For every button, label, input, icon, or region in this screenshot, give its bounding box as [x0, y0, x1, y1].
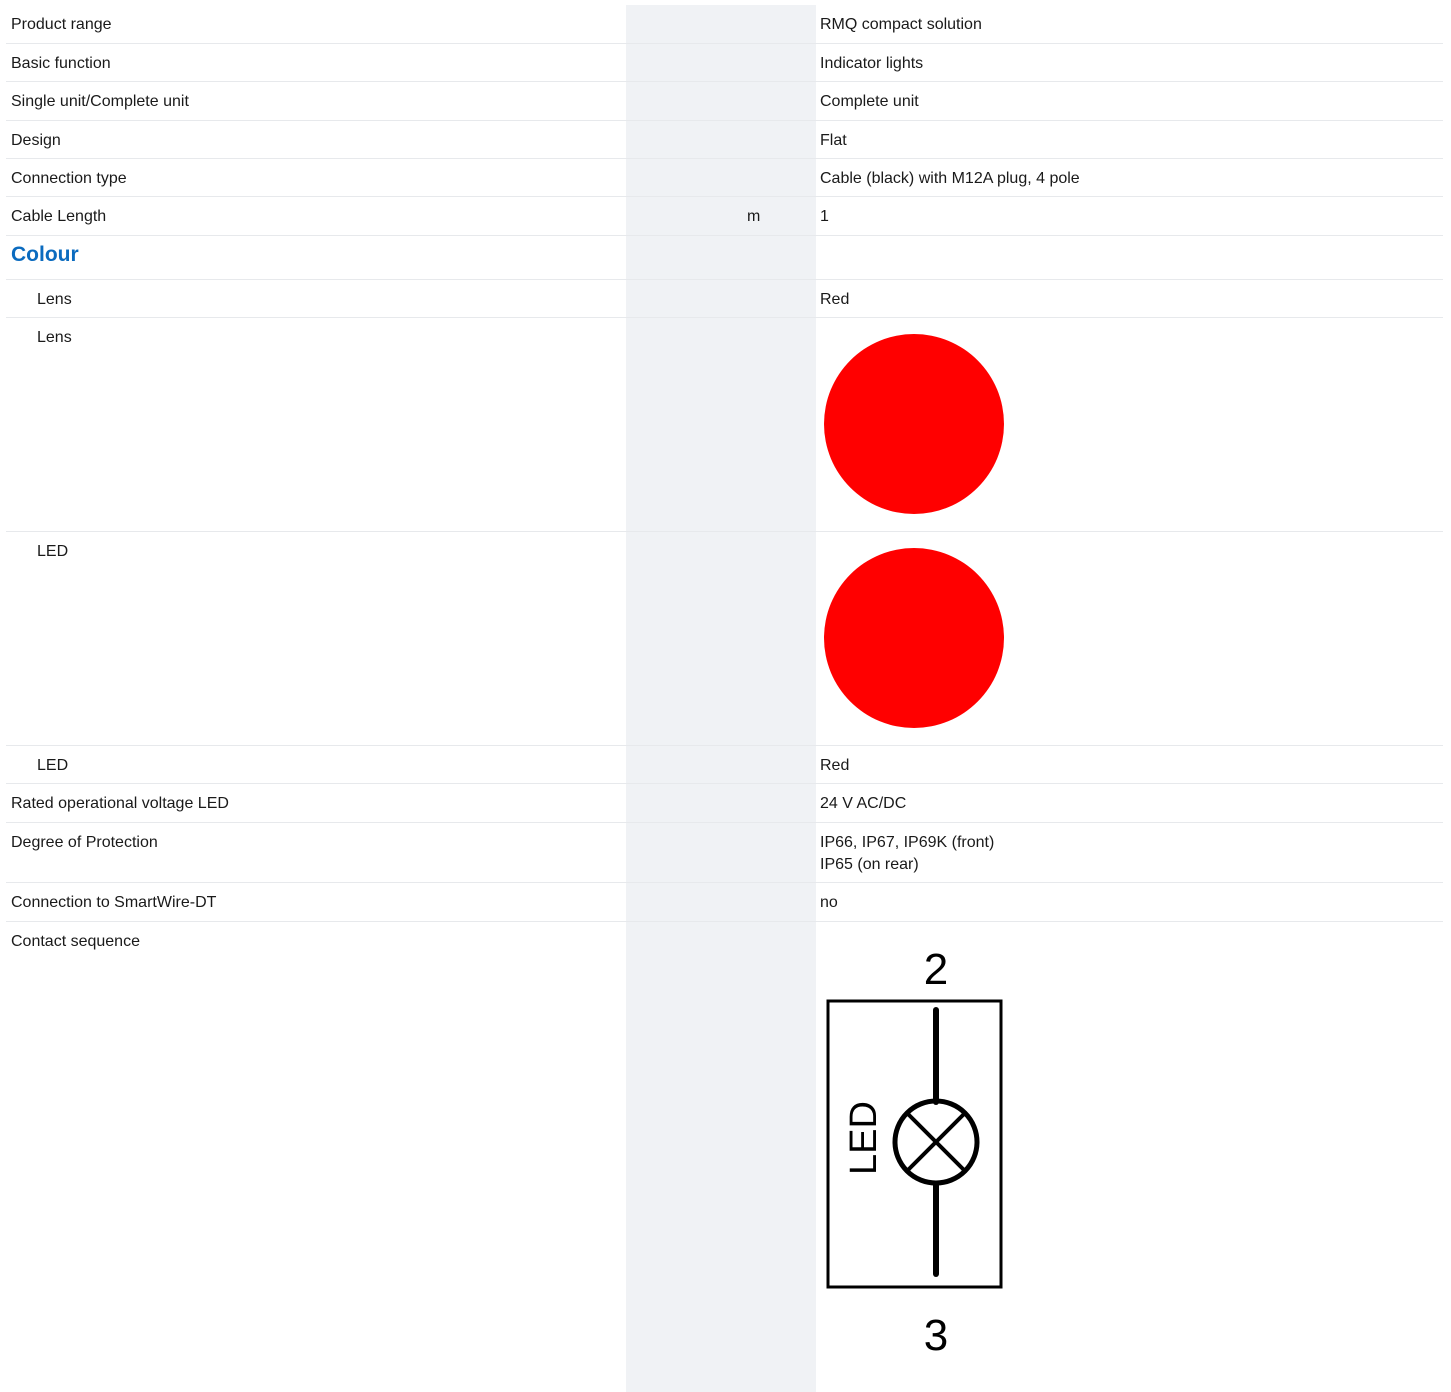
row-unit: m [747, 208, 761, 225]
led-colour-swatch [824, 548, 1004, 728]
row-value: Complete unit [820, 93, 919, 110]
row-value: 24 V AC/DC [820, 795, 907, 812]
section-heading-row: Colour [6, 235, 1443, 279]
row-label: Rated operational voltage LED [11, 795, 229, 812]
contact-sequence-diagram: 2 LED3 [826, 945, 1003, 1352]
spec-row: Lens Red [6, 279, 1443, 317]
row-label: Basic function [11, 55, 111, 72]
row-value: 1 [820, 208, 829, 225]
row-label: Single unit/Complete unit [11, 93, 189, 110]
device-label: LED [843, 1101, 885, 1175]
row-label: Cable Length [11, 208, 107, 225]
section-heading: Colour [11, 243, 79, 266]
row-value: Cable (black) with M12A plug, 4 pole [820, 170, 1080, 187]
row-label: LED [37, 757, 69, 774]
row-label: Connection type [11, 170, 127, 187]
spec-row: Contact sequence 2 LED 3 [6, 921, 1443, 1392]
row-label: Lens [37, 329, 72, 346]
row-label: Degree of Protection [11, 834, 158, 851]
spec-row: Design Flat [6, 120, 1443, 158]
row-value: Indicator lights [820, 55, 924, 72]
row-label: Contact sequence [11, 933, 140, 950]
spec-row: Lens [6, 317, 1443, 531]
spec-row: Cable Length m 1 [6, 196, 1443, 235]
row-value: IP66, IP67, IP69K (front) IP65 (on rear) [820, 834, 995, 873]
spec-row: Connection to SmartWire-DT no [6, 882, 1443, 921]
spec-row: Degree of Protection IP66, IP67, IP69K (… [6, 822, 1443, 882]
spec-row: LED Red [6, 745, 1443, 783]
row-value: Red [820, 757, 850, 774]
spec-table: Product range RMQ compact solution Basic… [6, 5, 1443, 1392]
row-value: Red [820, 291, 850, 308]
spec-row: LED [6, 531, 1443, 745]
row-label: LED [37, 543, 69, 560]
row-label: Lens [37, 291, 72, 308]
row-value: no [820, 894, 838, 911]
spec-row: Basic function Indicator lights [6, 43, 1443, 81]
spec-row: Connection type Cable (black) with M12A … [6, 158, 1443, 196]
row-label: Design [11, 132, 61, 149]
spec-row: Product range RMQ compact solution [6, 5, 1443, 43]
lens-colour-swatch [824, 334, 1004, 514]
row-value: RMQ compact solution [820, 16, 982, 33]
spec-row: Single unit/Complete unit Complete unit [6, 81, 1443, 120]
spec-row: Rated operational voltage LED 24 V AC/DC [6, 783, 1443, 822]
row-label: Connection to SmartWire-DT [11, 894, 217, 911]
row-label: Product range [11, 16, 112, 33]
row-value: Flat [820, 132, 847, 149]
terminal-top-number: 2 [924, 945, 948, 994]
terminal-bottom-number: 3 [924, 1311, 948, 1352]
